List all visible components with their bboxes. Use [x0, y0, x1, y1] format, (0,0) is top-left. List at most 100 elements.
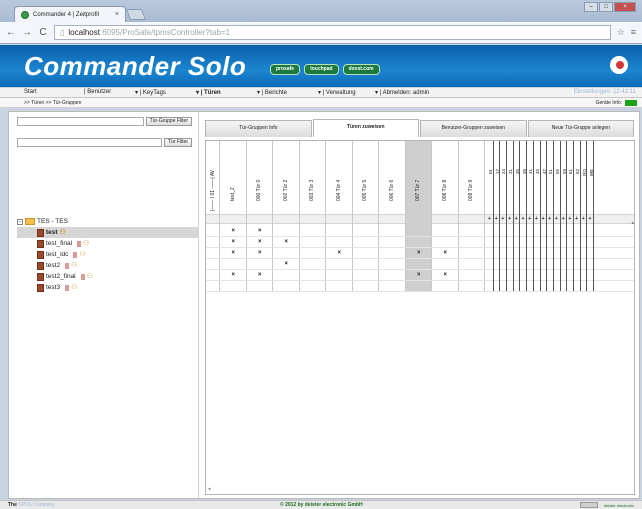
time-slot-column[interactable]: 41 +: [527, 141, 534, 291]
add-slot-icon[interactable]: +: [501, 216, 504, 222]
time-slot-column[interactable]: 17 +: [494, 141, 501, 291]
close-icon[interactable]: ×: [115, 11, 119, 18]
footer-brand: The SPDS Company: [8, 502, 55, 508]
assignment-mark[interactable]: ×: [247, 272, 274, 278]
add-slot-icon[interactable]: +: [528, 216, 531, 222]
time-slot-column[interactable]: 01 +: [487, 141, 494, 291]
group-filter-button[interactable]: Tür-Gruppe Filter: [145, 117, 192, 126]
reload-icon[interactable]: C: [38, 27, 48, 38]
tree-item-test-final[interactable]: test_final ⚇: [17, 238, 199, 249]
time-slot-column[interactable]: 24 +: [500, 141, 508, 291]
device-info-label: Geräte Info:: [595, 100, 622, 106]
time-slot-column[interactable]: 39 +: [521, 141, 528, 291]
add-slot-icon[interactable]: +: [568, 216, 571, 222]
door-group-icon: [37, 228, 44, 237]
time-slot-column[interactable]: 59 +: [561, 141, 568, 291]
time-slot-column[interactable]: WE +: [588, 141, 595, 291]
door-filter-input[interactable]: [17, 138, 162, 147]
menu-icon[interactable]: ≡: [631, 27, 636, 38]
assignment-mark[interactable]: ×: [220, 250, 247, 256]
tab-group-info[interactable]: Tür-Gruppen Info: [205, 120, 312, 137]
back-icon[interactable]: ←: [6, 27, 16, 38]
time-slot-label: 51: [548, 169, 554, 175]
assignment-mark[interactable]: ×: [273, 239, 300, 245]
tab-assign-user-groups[interactable]: Benutzer-Gruppen zuweisen: [420, 120, 527, 137]
assignment-mark[interactable]: ×: [432, 272, 459, 278]
maximize-button[interactable]: □: [599, 2, 613, 12]
window-close-button[interactable]: ×: [614, 2, 636, 12]
menu-abmelden[interactable]: ▾ | Abmelden: admin: [375, 89, 429, 96]
time-slot-column[interactable]: 31 +: [507, 141, 514, 291]
badge-touchpad: touchpad: [304, 64, 339, 75]
add-slot-icon[interactable]: +: [548, 216, 551, 222]
scroll-left-icon[interactable]: ◂: [208, 486, 211, 492]
menu-berichte[interactable]: ▾ | Berichte: [257, 89, 287, 96]
menu-keytags[interactable]: ▾ | KeyTags: [135, 89, 166, 96]
tree-item-test[interactable]: test ⚇: [17, 227, 199, 238]
device-status-indicator: [625, 100, 637, 106]
menu-start[interactable]: Start: [24, 89, 37, 95]
time-slot-column[interactable]: 47 +: [541, 141, 548, 291]
minimize-button[interactable]: –: [584, 2, 598, 12]
add-slot-icon[interactable]: +: [508, 216, 511, 222]
time-slot-column[interactable]: 55 +: [554, 141, 561, 291]
time-slot-column[interactable]: 62 +: [574, 141, 581, 291]
time-slot-column[interactable]: RO +: [581, 141, 588, 291]
door-group-icon: [37, 283, 44, 292]
tab-assign-doors[interactable]: Türen zuweisen: [312, 119, 419, 137]
forward-icon[interactable]: →: [22, 27, 32, 38]
assignment-mark[interactable]: ×: [406, 272, 433, 278]
breadcrumb-text: >> Türen >> Tür-Gruppen: [24, 100, 82, 106]
scroll-up-icon[interactable]: ▴: [631, 220, 634, 226]
star-icon[interactable]: ☆: [617, 27, 625, 38]
assignment-mark[interactable]: ×: [220, 239, 247, 245]
assignment-mark[interactable]: ×: [247, 239, 274, 245]
add-slot-icon[interactable]: +: [589, 216, 592, 222]
menu-benutzer[interactable]: | Benutzer: [84, 89, 111, 95]
door-column-label: 007 Tür 7: [415, 179, 422, 201]
grid-header-label: |—— I 01 ——| AV: [209, 169, 216, 211]
menu-verwaltung[interactable]: ▾ | Verwaltung: [318, 89, 356, 96]
assignment-mark[interactable]: ×: [273, 261, 300, 267]
add-slot-icon[interactable]: +: [582, 216, 585, 222]
add-slot-icon[interactable]: +: [535, 216, 538, 222]
door-filter-button[interactable]: Tür Filter: [164, 138, 192, 147]
tree-item-test3[interactable]: test3 ⚇: [17, 282, 199, 293]
new-tab-button[interactable]: [125, 9, 147, 20]
assignment-mark[interactable]: ×: [247, 228, 274, 234]
time-slot-column[interactable]: 61 +: [567, 141, 575, 291]
time-slot-column[interactable]: 35 +: [514, 141, 521, 291]
tree-item-test-idc[interactable]: test_idc ⚇: [17, 249, 199, 260]
add-slot-icon[interactable]: +: [488, 216, 491, 222]
add-slot-icon[interactable]: +: [542, 216, 545, 222]
assignment-mark[interactable]: ×: [432, 250, 459, 256]
assignment-mark[interactable]: ×: [406, 250, 433, 256]
assignment-mark[interactable]: ×: [326, 250, 353, 256]
url-input[interactable]: ▯ localhost:6095/ProSafe/tpmsController?…: [54, 25, 611, 40]
add-slot-icon[interactable]: +: [495, 216, 498, 222]
tab-new-door-group[interactable]: Neue Tür-Gruppe anlegen: [527, 120, 634, 137]
time-slot-column[interactable]: 45 +: [534, 141, 541, 291]
add-slot-icon[interactable]: +: [522, 216, 525, 222]
add-slot-icon[interactable]: +: [562, 216, 565, 222]
tag-icon: [65, 284, 70, 291]
tree-item-label: test_idc: [46, 251, 69, 258]
browser-tab[interactable]: Commander 4 | Zeitprofil ×: [14, 6, 126, 22]
tree-root[interactable]: − TES - TES: [17, 216, 199, 227]
group-filter-input[interactable]: [17, 117, 144, 126]
tag-icon: [73, 251, 78, 258]
assignment-mark[interactable]: ×: [220, 272, 247, 278]
add-slot-icon[interactable]: +: [515, 216, 518, 222]
collapse-icon[interactable]: −: [17, 218, 23, 225]
door-group-icon: [37, 250, 44, 259]
time-slot-column[interactable]: 51 +: [547, 141, 554, 291]
tree-item-test2[interactable]: test2 ⚇: [17, 260, 199, 271]
add-slot-icon[interactable]: +: [555, 216, 558, 222]
door-column-label: 009 Tür 9: [468, 179, 475, 201]
add-slot-icon[interactable]: +: [575, 216, 578, 222]
menu-tueren[interactable]: ▾ | Türen: [196, 89, 221, 96]
assignment-mark[interactable]: ×: [247, 250, 274, 256]
tree-item-test2-final[interactable]: test2_final ⚇: [17, 271, 199, 282]
assignment-mark[interactable]: ×: [220, 228, 247, 234]
time-slot-label: 62: [575, 169, 581, 175]
